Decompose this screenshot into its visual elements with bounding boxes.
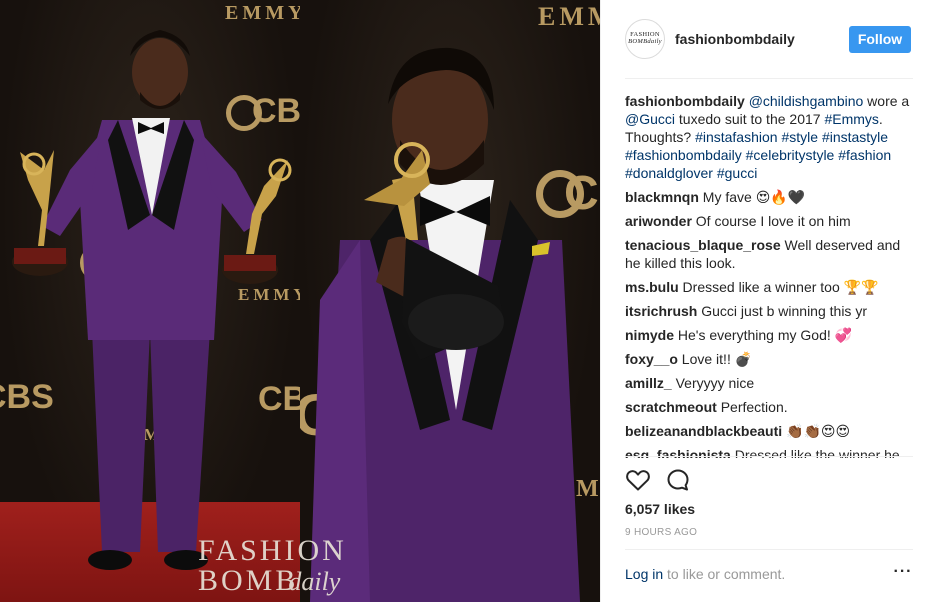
caption-tag-link[interactable]: @childishgambino	[749, 93, 864, 109]
comment-username[interactable]: blackmnqn	[625, 189, 699, 205]
comment-item: ariwonder Of course I love it on him	[625, 212, 915, 230]
caption-username[interactable]: fashionbombdaily	[625, 93, 745, 109]
comment-item: ms.bulu Dressed like a winner too 🏆🏆	[625, 278, 915, 296]
person-closeup-figure	[310, 47, 580, 602]
more-options-icon[interactable]: ···	[893, 564, 913, 582]
avatar[interactable]: FASHION BOMBdaily	[625, 19, 665, 59]
watermark-line1: FASHION	[198, 534, 347, 567]
comment-item: blackmnqn My fave 😍🔥🖤	[625, 188, 915, 206]
comment-emoji: 💣	[730, 351, 753, 367]
comment-text: Gucci just b winning this yr	[697, 303, 867, 319]
likes-count[interactable]: 6,057 likes	[625, 501, 695, 517]
header-divider	[625, 78, 913, 79]
caption-tag-link[interactable]: #celebritystyle	[746, 147, 835, 163]
comment-text: Love it!!	[677, 351, 731, 367]
comments-divider	[625, 456, 913, 457]
photo-right-panel: EMMY EMMY CBS CBS	[300, 0, 600, 602]
comment-text: My fave	[698, 189, 752, 205]
comment-item: amillz_ Veryyyy nice	[625, 374, 915, 392]
fashionbomb-watermark: FASHION BOMBdaily	[198, 536, 418, 596]
comment-text: He's everything my God!	[674, 327, 831, 343]
comment-text: Dressed like a winner too	[678, 279, 840, 295]
comment-text: Of course I love it on him	[691, 213, 851, 229]
caption-tag-link[interactable]: #Emmys	[824, 111, 878, 127]
comment-item: foxy__o Love it!! 💣	[625, 350, 915, 368]
comment-rows: blackmnqn My fave 😍🔥🖤 ariwonder Of course…	[625, 188, 915, 458]
login-suffix: to like or comment.	[663, 566, 786, 582]
caption-tag-link[interactable]: #instafashion	[695, 129, 778, 145]
watermark-line3: daily	[288, 567, 341, 596]
avatar-text: BOMBdaily	[628, 38, 662, 45]
caption-tag-link[interactable]: #style	[781, 129, 818, 145]
watermark-line2: BOMB	[198, 564, 299, 597]
comment-username[interactable]: amillz_	[625, 375, 672, 391]
photo-left-panel: EMMY EMMY EMMY CBS CBS CBS	[0, 0, 300, 602]
caption-tag-link[interactable]: #fashion	[838, 147, 891, 163]
caption-text-segment: wore a	[863, 93, 910, 109]
header-username[interactable]: fashionbombdaily	[675, 31, 795, 47]
comment-emoji: 💞	[830, 327, 853, 343]
comment-item: belizeanandblackbeauti 👏🏾👏🏾😍😍	[625, 422, 915, 440]
comment-item: nimyde He's everything my God! 💞	[625, 326, 915, 344]
comment-emoji: 👏🏾👏🏾😍😍	[782, 423, 851, 439]
comment-icon[interactable]	[665, 467, 691, 493]
comment-username[interactable]: tenacious_blaque_rose	[625, 237, 781, 253]
comment-username[interactable]: foxy__o	[625, 351, 678, 367]
comment-text: Veryyyy nice	[671, 375, 755, 391]
post-side-panel: FASHION BOMBdaily fashionbombdaily Follo…	[600, 0, 936, 602]
comments-list[interactable]: fashionbombdaily @childishgambino wore a…	[625, 92, 915, 458]
comment-item: itsrichrush Gucci just b winning this yr	[625, 302, 915, 320]
comment-username[interactable]: ms.bulu	[625, 279, 679, 295]
caption-tag-link[interactable]: #fashionbombdaily	[625, 147, 742, 163]
post-timestamp[interactable]: 9 HOURS AGO	[625, 527, 697, 538]
comment-item: tenacious_blaque_rose Well deserved and …	[625, 236, 915, 272]
comment-text: Perfection.	[716, 399, 788, 415]
comment-emoji: 😍🔥🖤	[751, 189, 806, 205]
comment-username[interactable]: belizeanandblackbeauti	[625, 423, 782, 439]
comment-username[interactable]: ariwonder	[625, 213, 692, 229]
login-prompt: Log in to like or comment.	[625, 566, 785, 582]
caption-tag-link[interactable]: @Gucci	[625, 111, 675, 127]
comment-username[interactable]: scratchmeout	[625, 399, 717, 415]
post-photo[interactable]: EMMY EMMY EMMY CBS CBS CBS	[0, 0, 600, 602]
caption-tag-link[interactable]: #instastyle	[822, 129, 888, 145]
caption-tag-link[interactable]: #donaldglover	[625, 165, 713, 181]
person-full-body-figure	[12, 30, 292, 570]
comment-item: scratchmeout Perfection.	[625, 398, 915, 416]
comment-username[interactable]: itsrichrush	[625, 303, 697, 319]
comment-emoji: 🏆🏆	[839, 279, 879, 295]
follow-button[interactable]: Follow	[849, 26, 911, 53]
comment-username[interactable]: nimyde	[625, 327, 674, 343]
login-link[interactable]: Log in	[625, 566, 663, 582]
caption: fashionbombdaily @childishgambino wore a…	[625, 92, 915, 182]
footer-divider	[625, 549, 913, 550]
caption-text-segment: tuxedo suit to the 2017	[675, 111, 825, 127]
heart-icon[interactable]	[625, 467, 651, 493]
caption-tag-link[interactable]: #gucci	[717, 165, 757, 181]
post-header: FASHION BOMBdaily fashionbombdaily Follo…	[601, 0, 936, 78]
